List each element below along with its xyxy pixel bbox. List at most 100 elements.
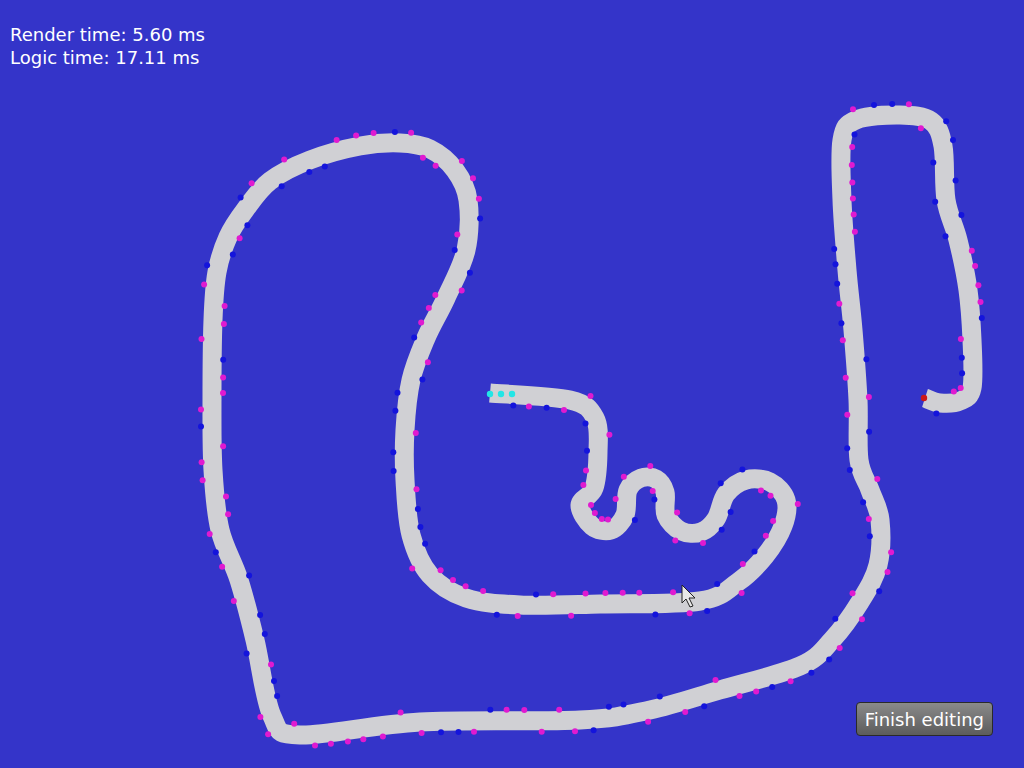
- track-point[interactable]: [413, 430, 419, 436]
- track-point[interactable]: [291, 721, 297, 727]
- track-point[interactable]: [958, 385, 964, 391]
- track-point[interactable]: [674, 510, 680, 516]
- track-point[interactable]: [390, 449, 396, 455]
- track-point[interactable]: [199, 336, 205, 342]
- track-point[interactable]: [588, 502, 594, 508]
- track-point[interactable]: [932, 199, 938, 205]
- track-point[interactable]: [713, 677, 719, 683]
- track-point[interactable]: [220, 357, 226, 363]
- track-point[interactable]: [652, 612, 658, 618]
- track-point[interactable]: [863, 356, 869, 362]
- track-point[interactable]: [591, 727, 597, 733]
- track-point[interactable]: [906, 101, 912, 107]
- track-point[interactable]: [606, 704, 612, 710]
- track-point[interactable]: [583, 421, 589, 427]
- track-point[interactable]: [599, 516, 605, 522]
- track-point[interactable]: [231, 598, 237, 604]
- track-point[interactable]: [826, 657, 832, 663]
- track-point[interactable]: [850, 195, 856, 201]
- track-point[interactable]: [763, 533, 769, 539]
- track-point[interactable]: [860, 499, 866, 505]
- track-point[interactable]: [672, 538, 678, 544]
- start-point[interactable]: [509, 391, 515, 397]
- track-point[interactable]: [200, 477, 206, 483]
- track-point[interactable]: [951, 389, 957, 395]
- track-point[interactable]: [933, 411, 939, 417]
- track-point[interactable]: [237, 235, 243, 241]
- track-point[interactable]: [220, 390, 226, 396]
- track-point[interactable]: [847, 467, 853, 473]
- track-point[interactable]: [467, 270, 473, 276]
- track-point[interactable]: [456, 729, 462, 735]
- track-point[interactable]: [494, 612, 500, 618]
- track-point[interactable]: [700, 540, 706, 546]
- track-point[interactable]: [271, 678, 277, 684]
- track-point[interactable]: [837, 645, 843, 651]
- track-point[interactable]: [632, 517, 638, 523]
- track-point[interactable]: [580, 482, 586, 488]
- track-point[interactable]: [849, 144, 855, 150]
- track-point[interactable]: [958, 212, 964, 218]
- track-point[interactable]: [480, 588, 486, 594]
- track-point[interactable]: [476, 196, 482, 202]
- track-point[interactable]: [544, 405, 550, 411]
- track-point[interactable]: [207, 531, 213, 537]
- track-point[interactable]: [943, 118, 949, 124]
- track-point[interactable]: [704, 608, 710, 614]
- track-point[interactable]: [392, 408, 398, 414]
- track-point[interactable]: [221, 321, 227, 327]
- track-point[interactable]: [602, 590, 608, 596]
- track-point[interactable]: [201, 281, 207, 287]
- track-point[interactable]: [670, 589, 676, 595]
- track-point[interactable]: [647, 463, 653, 469]
- track-point[interactable]: [265, 731, 271, 737]
- track-point[interactable]: [238, 195, 244, 201]
- track-point[interactable]: [840, 337, 846, 343]
- track-point[interactable]: [219, 564, 225, 570]
- track-point[interactable]: [752, 548, 758, 554]
- track-point[interactable]: [415, 506, 421, 512]
- track-point[interactable]: [871, 102, 877, 108]
- track-point[interactable]: [213, 549, 219, 555]
- track-point[interactable]: [408, 130, 414, 136]
- track-point[interactable]: [268, 662, 274, 668]
- track-point[interactable]: [719, 527, 725, 533]
- track-point[interactable]: [422, 541, 428, 547]
- track-canvas[interactable]: [0, 0, 1024, 768]
- track-point[interactable]: [244, 650, 250, 656]
- track-point[interactable]: [620, 590, 626, 596]
- track-point[interactable]: [223, 494, 229, 500]
- end-point[interactable]: [921, 395, 927, 401]
- track-point[interactable]: [246, 572, 252, 578]
- track-point[interactable]: [650, 488, 656, 494]
- track-point[interactable]: [463, 583, 469, 589]
- track-point[interactable]: [225, 511, 231, 517]
- track-point[interactable]: [583, 468, 589, 474]
- track-point[interactable]: [889, 101, 895, 107]
- track-point[interactable]: [859, 616, 865, 622]
- start-point[interactable]: [487, 391, 493, 397]
- track-point[interactable]: [222, 303, 228, 309]
- track-point[interactable]: [836, 301, 842, 307]
- track-point[interactable]: [834, 281, 840, 287]
- track-point[interactable]: [651, 496, 657, 502]
- track-point[interactable]: [605, 516, 611, 522]
- track-point[interactable]: [438, 567, 444, 573]
- track-point[interactable]: [843, 375, 849, 381]
- track-point[interactable]: [418, 319, 424, 325]
- track-point[interactable]: [274, 693, 280, 699]
- track-point[interactable]: [450, 577, 456, 583]
- track-point[interactable]: [452, 247, 458, 253]
- track-point[interactable]: [874, 476, 880, 482]
- track-point[interactable]: [852, 229, 858, 235]
- track-point[interactable]: [353, 133, 359, 139]
- track-point[interactable]: [583, 590, 589, 596]
- track-point[interactable]: [515, 613, 521, 619]
- track-point[interactable]: [687, 610, 693, 616]
- track-point[interactable]: [433, 163, 439, 169]
- track-point[interactable]: [876, 588, 882, 594]
- track-point[interactable]: [398, 709, 404, 715]
- track-point[interactable]: [851, 212, 857, 218]
- track-point[interactable]: [426, 305, 432, 311]
- track-point[interactable]: [459, 158, 465, 164]
